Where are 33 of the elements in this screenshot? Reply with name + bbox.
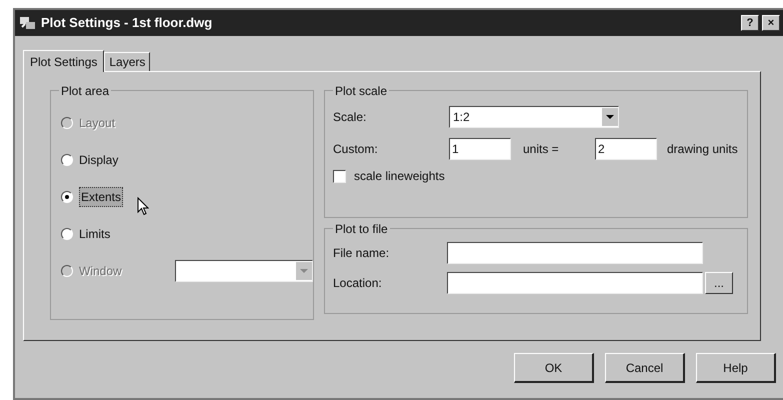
checkbox-label: scale lineweights bbox=[354, 168, 445, 185]
help-button[interactable]: ? bbox=[741, 15, 759, 31]
radio-button[interactable] bbox=[61, 154, 73, 166]
radio-button[interactable] bbox=[61, 191, 73, 203]
input-field[interactable]: 1 bbox=[449, 138, 511, 160]
tab[interactable]: Layers bbox=[104, 52, 150, 71]
ok-button[interactable]: OK bbox=[514, 353, 594, 383]
radio-label: Extents bbox=[79, 187, 124, 207]
checkbox[interactable] bbox=[333, 170, 346, 182]
close-button[interactable]: × bbox=[762, 15, 780, 31]
window-title: Plot Settings - 1st floor.dwg bbox=[41, 14, 212, 32]
field-label: Location: bbox=[333, 275, 383, 292]
radio-label: Limits bbox=[79, 226, 110, 243]
radio-label: Layout bbox=[79, 115, 116, 132]
radio-label: Display bbox=[79, 152, 118, 169]
scale-dropdown[interactable]: 1:2 bbox=[449, 106, 619, 128]
help-button[interactable]: Help bbox=[696, 353, 776, 383]
browse-button[interactable]: ... bbox=[705, 272, 733, 294]
radio-button[interactable] bbox=[61, 228, 73, 240]
input-field[interactable]: 2 bbox=[595, 138, 657, 160]
field-label: drawing units bbox=[667, 141, 738, 158]
field-label: units = bbox=[523, 141, 560, 158]
app-icon bbox=[19, 15, 37, 31]
field-label: Scale: bbox=[333, 109, 368, 126]
window-dropdown[interactable] bbox=[175, 260, 313, 282]
radio-label: Window bbox=[79, 263, 123, 280]
field-label: File name: bbox=[333, 245, 390, 262]
field-label: Custom: bbox=[333, 141, 379, 158]
mouse-cursor-icon bbox=[137, 197, 149, 216]
location-field[interactable] bbox=[447, 272, 703, 294]
file-name-field[interactable] bbox=[447, 242, 703, 264]
cancel-button[interactable]: Cancel bbox=[605, 353, 685, 383]
tab[interactable]: Plot Settings bbox=[23, 50, 104, 72]
